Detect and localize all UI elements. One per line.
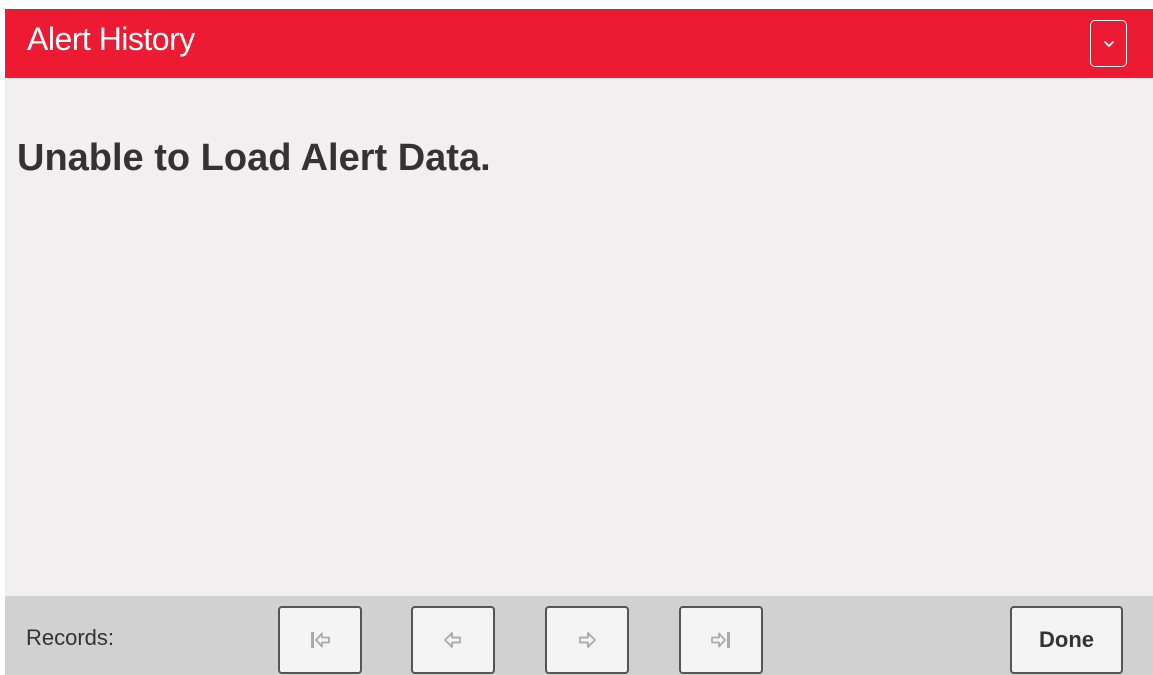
first-record-button[interactable]: [278, 606, 362, 674]
content-area: Unable to Load Alert Data.: [5, 78, 1153, 596]
next-record-icon: [576, 629, 598, 651]
page-title: Alert History: [27, 21, 195, 57]
chevron-down-icon: [1103, 40, 1115, 48]
menu-dropdown-button[interactable]: [1090, 20, 1127, 67]
header-bar: Alert History: [5, 9, 1153, 78]
next-record-button[interactable]: [545, 606, 629, 674]
last-record-button[interactable]: [679, 606, 763, 674]
previous-record-button[interactable]: [411, 606, 495, 674]
error-message: Unable to Load Alert Data.: [17, 137, 491, 179]
first-record-icon: [309, 629, 331, 651]
last-record-icon: [710, 629, 732, 651]
previous-record-icon: [442, 629, 464, 651]
done-button[interactable]: Done: [1010, 606, 1123, 674]
records-label: Records:: [26, 625, 115, 650]
footer-bar: Records: Done: [5, 596, 1153, 675]
alert-history-screen: Alert History Unable to Load Alert Data.…: [0, 0, 1153, 675]
